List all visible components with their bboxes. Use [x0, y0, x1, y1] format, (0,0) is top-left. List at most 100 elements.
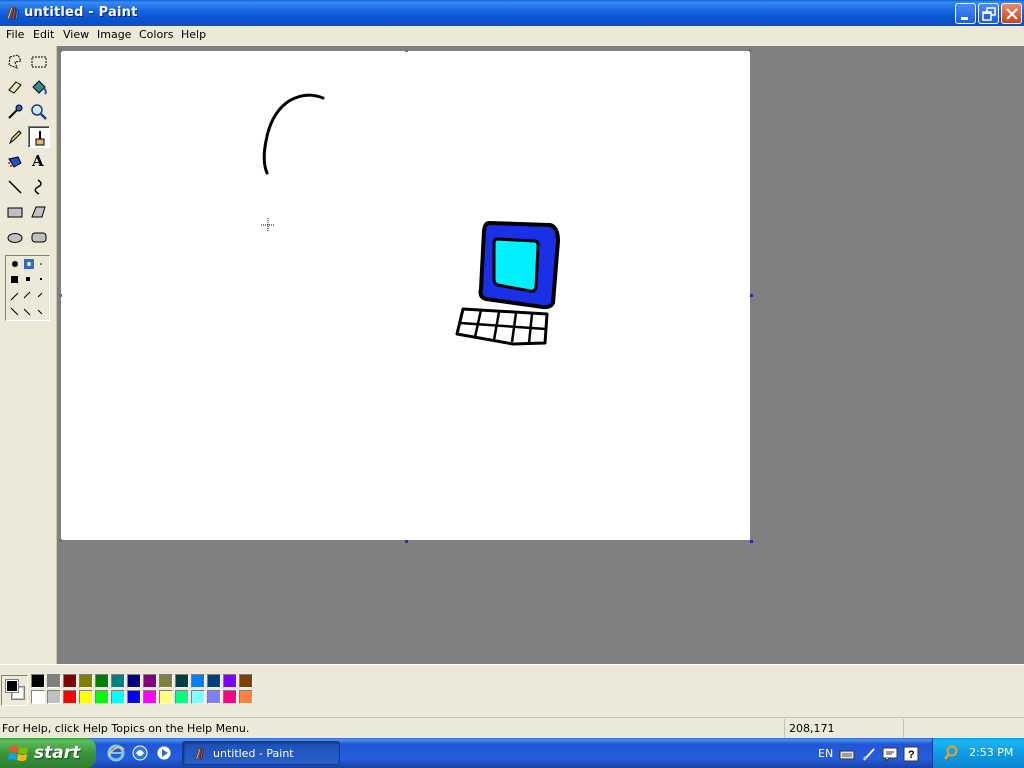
media-player-icon[interactable]	[155, 744, 173, 762]
palette-swatch[interactable]	[143, 674, 157, 688]
pen-tray-icon[interactable]	[861, 746, 877, 762]
status-help-text: For Help, click Help Topics on the Help …	[2, 722, 250, 735]
palette-swatch[interactable]	[223, 674, 237, 688]
rounded-rect-icon	[31, 232, 47, 243]
drawing-canvas[interactable]	[61, 51, 750, 540]
menu-image[interactable]: Image	[97, 28, 131, 42]
airbrush-icon	[8, 156, 22, 168]
palette-swatch[interactable]	[31, 674, 45, 688]
foreground-color-swatch	[5, 679, 19, 693]
brush-option-square-small[interactable]	[40, 278, 42, 280]
palette-swatch[interactable]	[207, 674, 221, 688]
outlook-express-icon[interactable]	[131, 744, 149, 762]
palette-swatch[interactable]	[239, 690, 253, 704]
speech-tray-icon[interactable]	[882, 746, 898, 762]
search-icon[interactable]	[943, 745, 959, 761]
palette-swatch[interactable]	[47, 674, 61, 688]
brush-option-square-large[interactable]	[11, 276, 18, 283]
paint-window: untitled - Paint File Edit View Image Co…	[0, 0, 1024, 738]
paint-app-icon	[6, 6, 19, 20]
menu-bar: File Edit View Image Colors Help	[0, 26, 1024, 44]
canvas-workspace	[57, 46, 1024, 664]
palette-swatch[interactable]	[143, 690, 157, 704]
polygon-tool[interactable]	[28, 201, 50, 223]
internet-explorer-icon[interactable]	[107, 744, 125, 762]
system-tray: 2:53 PM	[932, 738, 1024, 768]
palette-swatch[interactable]	[79, 690, 93, 704]
palette-swatch[interactable]	[63, 674, 77, 688]
restore-icon	[982, 7, 996, 21]
line-tool[interactable]	[4, 176, 26, 198]
palette-swatch[interactable]	[47, 690, 61, 704]
start-button[interactable]: start	[0, 738, 96, 768]
menu-file[interactable]: File	[6, 28, 24, 42]
paint-task-icon	[195, 748, 204, 760]
menu-view[interactable]: View	[63, 28, 89, 42]
windows-logo-icon	[8, 746, 28, 761]
brush-option-round-small[interactable]	[40, 263, 42, 265]
status-bar: For Help, click Help Topics on the Help …	[0, 717, 1024, 738]
palette-swatch[interactable]	[111, 690, 125, 704]
palette-swatch[interactable]	[159, 674, 173, 688]
resize-handle-w	[59, 294, 62, 297]
palette-swatch[interactable]	[223, 690, 237, 704]
menu-help[interactable]: Help	[181, 28, 206, 42]
palette-swatch[interactable]	[95, 674, 109, 688]
palette-swatch[interactable]	[191, 690, 205, 704]
rectangle-icon	[7, 207, 23, 218]
text-tool[interactable]: A	[28, 151, 50, 173]
rect-select-icon	[31, 56, 47, 68]
close-button[interactable]	[1001, 3, 1022, 24]
brush-shape-options	[10, 259, 43, 316]
palette-swatch[interactable]	[111, 674, 125, 688]
rectangle-tool[interactable]	[4, 201, 26, 223]
brush-tool[interactable]	[28, 126, 50, 148]
palette-swatch[interactable]	[127, 690, 141, 704]
palette-swatch[interactable]	[175, 690, 189, 704]
rect-select-tool[interactable]	[28, 51, 50, 73]
resize-handle-e[interactable]	[750, 294, 753, 297]
resize-handle-ne	[749, 49, 752, 52]
pick-color-tool[interactable]	[4, 101, 26, 123]
fill-tool[interactable]	[28, 76, 50, 98]
palette-swatch[interactable]	[95, 690, 109, 704]
minimize-button[interactable]	[955, 3, 976, 24]
eraser-tool[interactable]	[4, 76, 26, 98]
canvas-drawing	[261, 93, 560, 346]
palette-swatch[interactable]	[207, 690, 221, 704]
resize-handle-sw	[59, 539, 62, 542]
free-form-select-tool[interactable]	[4, 51, 26, 73]
resize-handle-s[interactable]	[405, 540, 408, 543]
current-colors[interactable]	[1, 675, 28, 706]
palette-swatch[interactable]	[127, 674, 141, 688]
palette-swatch[interactable]	[175, 674, 189, 688]
palette-swatch[interactable]	[79, 674, 93, 688]
brush-option-slash[interactable]	[10, 291, 43, 301]
status-coordinates: 208,171	[789, 722, 835, 735]
palette-swatch[interactable]	[159, 690, 173, 704]
keyboard-icon[interactable]	[839, 746, 855, 762]
menu-edit[interactable]: Edit	[33, 28, 54, 42]
clock[interactable]: 2:53 PM	[969, 746, 1013, 759]
magnifier-tool[interactable]	[28, 101, 50, 123]
resize-handle-se[interactable]	[750, 540, 753, 543]
rounded-rect-tool[interactable]	[28, 226, 50, 248]
restore-button[interactable]	[978, 3, 999, 24]
title-bar[interactable]: untitled - Paint	[0, 0, 1024, 26]
menu-colors[interactable]: Colors	[139, 28, 173, 42]
brush-option-backslash[interactable]	[10, 307, 43, 316]
palette-swatch[interactable]	[239, 674, 253, 688]
laptop-screen	[492, 237, 540, 293]
ellipse-tool[interactable]	[4, 226, 26, 248]
palette-swatch[interactable]	[191, 674, 205, 688]
palette-swatch[interactable]	[63, 690, 77, 704]
pencil-tool[interactable]	[4, 126, 26, 148]
taskbar-paint-button[interactable]: untitled - Paint	[182, 741, 340, 765]
brush-option-round-large[interactable]	[12, 261, 18, 267]
help-tray-icon[interactable]: ?	[903, 746, 919, 762]
airbrush-tool[interactable]	[4, 151, 26, 173]
palette-swatch[interactable]	[31, 690, 45, 704]
brush-option-square-medium[interactable]	[26, 277, 30, 281]
curve-tool[interactable]	[28, 176, 50, 198]
language-indicator[interactable]: EN	[818, 747, 833, 760]
